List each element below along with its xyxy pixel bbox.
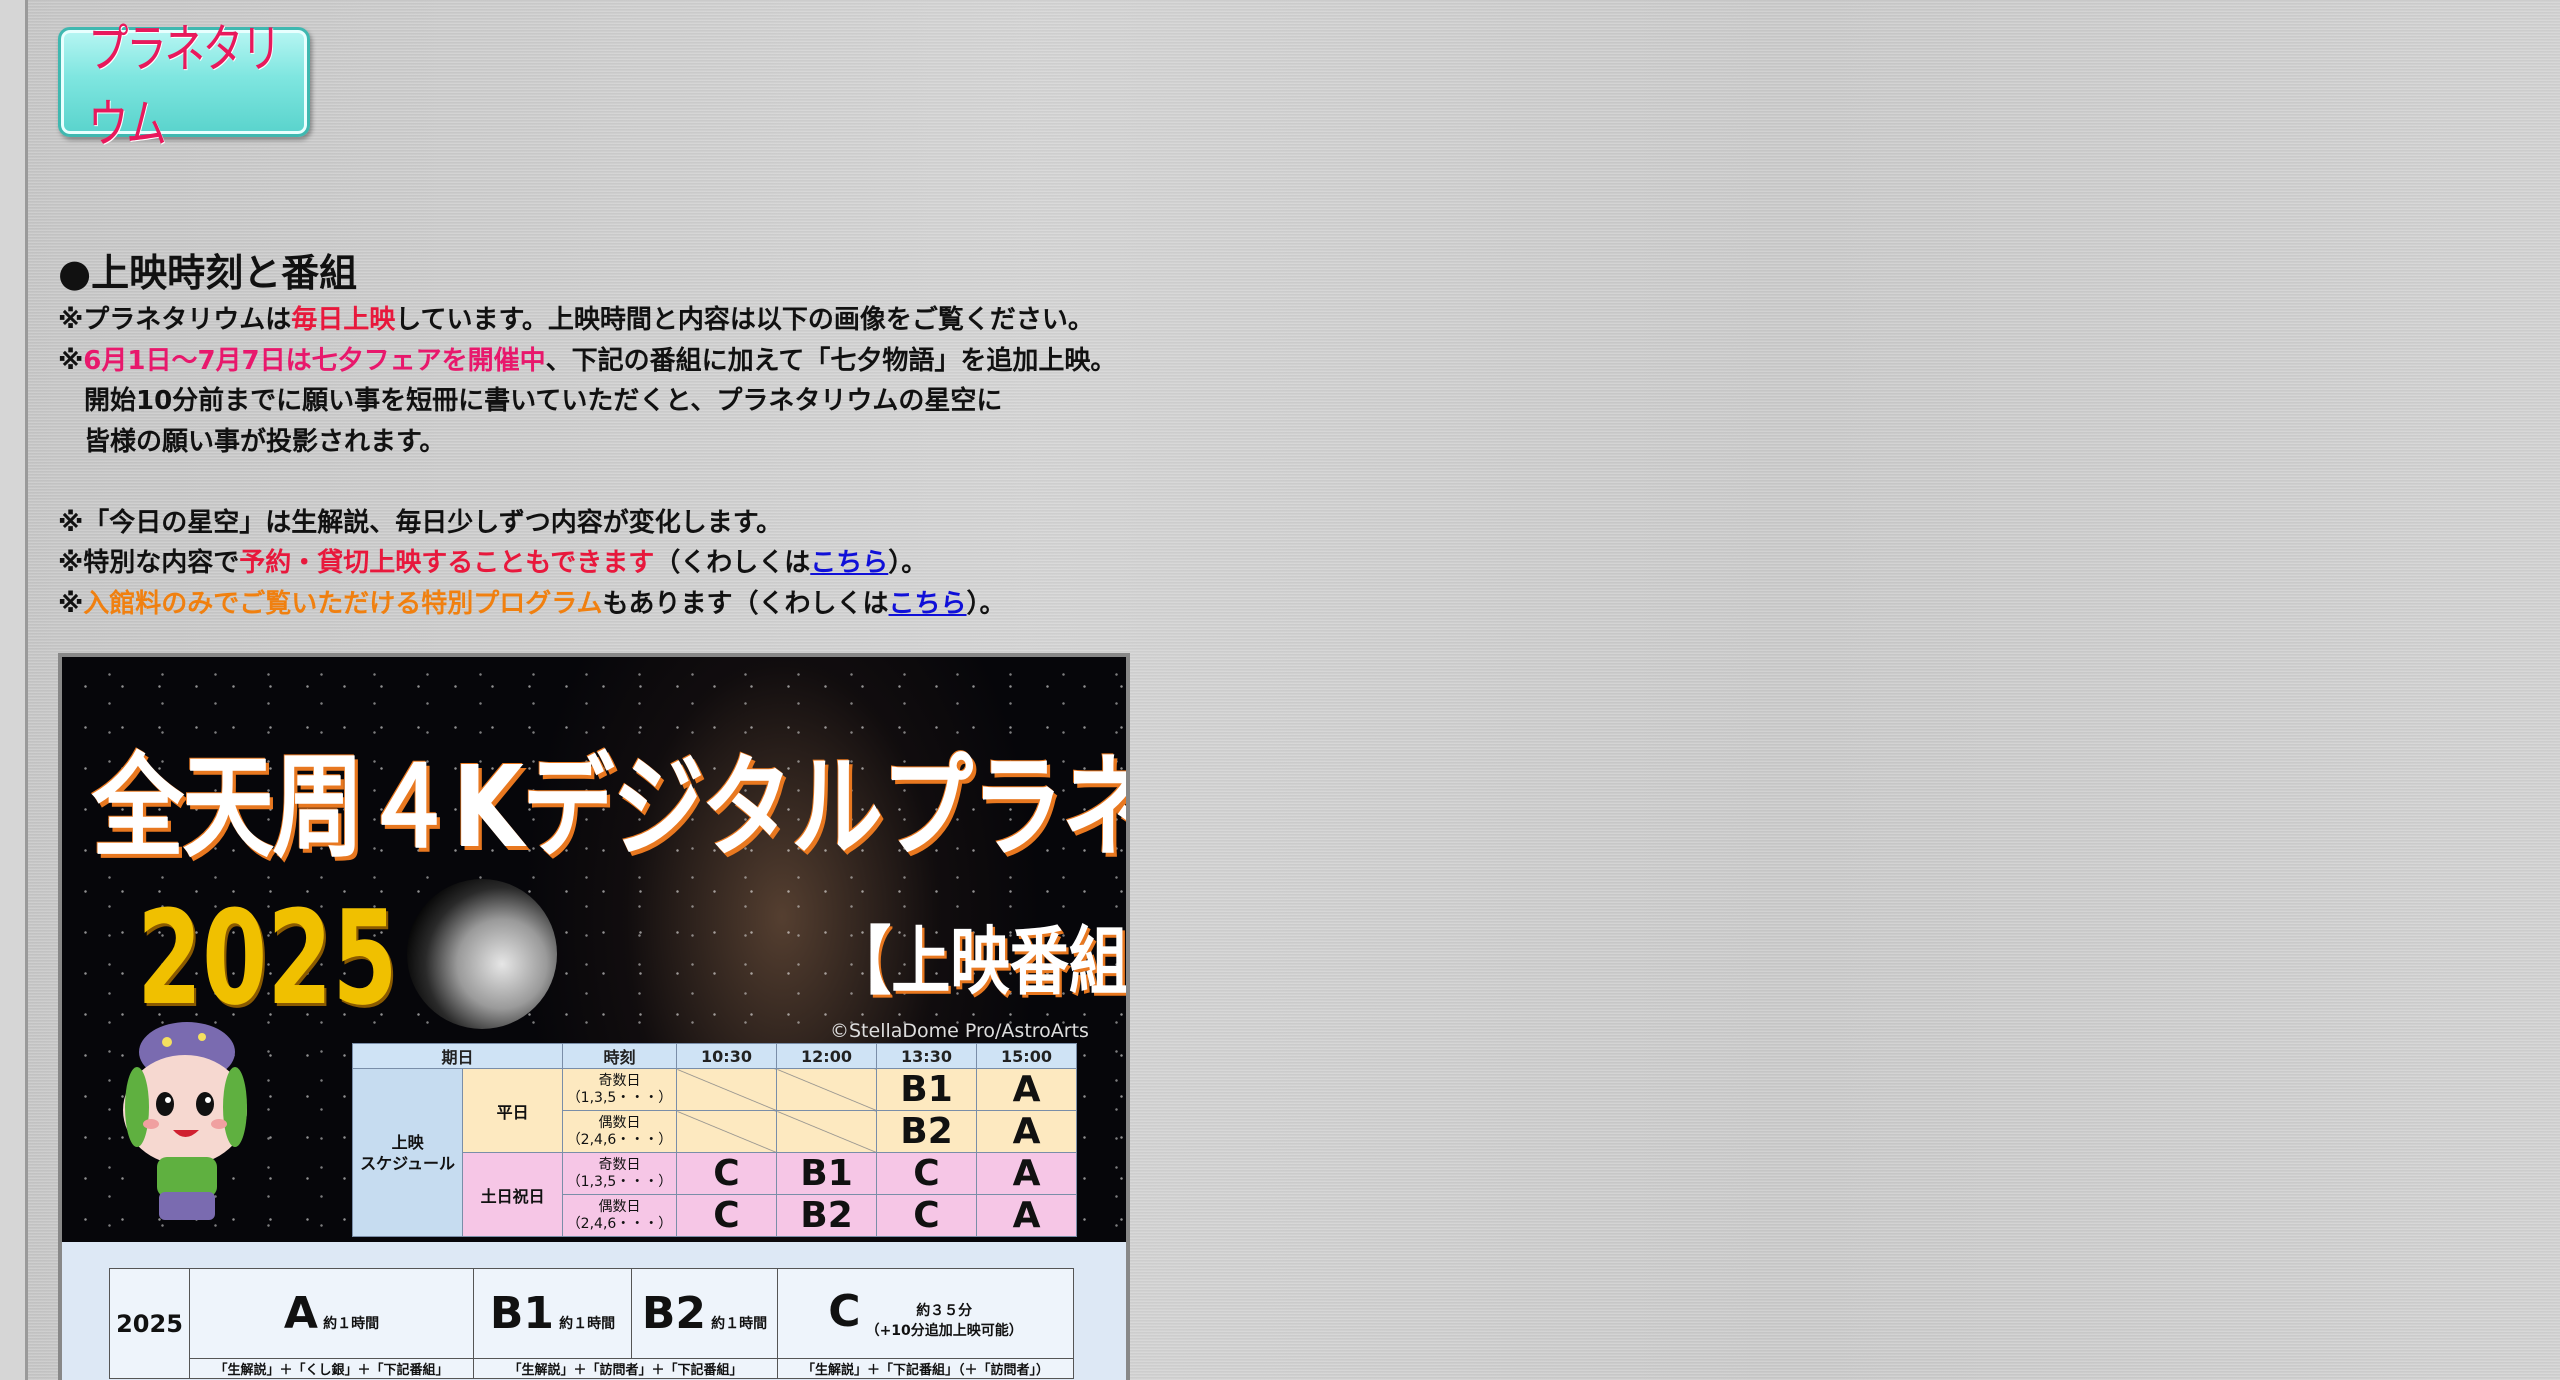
schedule-slot: C xyxy=(876,1152,977,1195)
schedule-header-day: 期日 xyxy=(352,1043,563,1069)
program-poster-image: 全天周４Kデジタルプラネタリウム 2025 【上映番組】 ©StellaDome… xyxy=(58,653,1130,1380)
logo-text: プラネタリウム xyxy=(88,20,281,155)
notice-line-special-program: ※入館料のみでご覧いただける特別プログラムもあります（くわしくはこちら）。 xyxy=(58,588,1006,619)
schedule-time-1330: 13:30 xyxy=(876,1043,977,1069)
schedule-slot: A xyxy=(976,1152,1077,1195)
schedule-holiday-even: 偶数日 （2,4,6・・・） xyxy=(562,1194,677,1237)
special-program-highlight: 入館料のみでご覧いただける特別プログラム xyxy=(83,588,603,619)
schedule-slot: B2 xyxy=(776,1194,877,1237)
section-title: ●上映時刻と番組 xyxy=(58,251,358,295)
schedule-slot: B2 xyxy=(876,1110,977,1153)
schedule-slot: A xyxy=(976,1068,1077,1111)
schedule-slot xyxy=(776,1068,877,1111)
program-b2: B2 約１時間 xyxy=(631,1268,778,1359)
program-list-panel: 2025 A 約１時間 B1 約１時間 B2 約１時間 C 約３５分 （+10分… xyxy=(62,1242,1126,1380)
mascot-character-icon xyxy=(123,1022,247,1220)
moon-graphic xyxy=(407,879,557,1029)
notice-line-reservation: ※特別な内容で予約・貸切上映することもできます（くわしくはこちら）。 xyxy=(58,548,928,578)
schedule-row-label: 上映 スケジュール xyxy=(351,1068,464,1237)
tanabata-highlight: 6月1日〜7月7日は七夕フェアを開催中 xyxy=(83,345,546,376)
special-program-details-link[interactable]: こちら xyxy=(889,589,967,619)
schedule-slot: B1 xyxy=(876,1068,977,1111)
schedule-slot xyxy=(776,1110,877,1153)
schedule-weekday-even: 偶数日 （2,4,6・・・） xyxy=(562,1110,677,1153)
notice-line-daily: ※プラネタリウムは毎日上映しています。上映時間と内容は以下の画像をご覧ください。 xyxy=(58,305,1094,335)
schedule-holiday-label: 土日祝日 xyxy=(462,1152,563,1237)
schedule-time-1030: 10:30 xyxy=(676,1043,777,1069)
notice-line-wish: 開始10分前までに願い事を短冊に書いていただくと、プラネタリウムの星空に xyxy=(84,386,1003,416)
notice-line-tanabata: ※6月1日〜7月7日は七夕フェアを開催中、下記の番組に加えて「七夕物語」を追加上… xyxy=(58,345,1117,376)
program-year: 2025 xyxy=(109,1268,190,1379)
schedule-time-1500: 15:00 xyxy=(976,1043,1077,1069)
poster-starry-sky: 全天周４Kデジタルプラネタリウム 2025 【上映番組】 ©StellaDome… xyxy=(62,657,1126,1242)
program-a-desc: 「生解説」＋「くし銀」＋「下記番組」 xyxy=(189,1358,474,1379)
poster-credit: ©StellaDome Pro/AstroArts xyxy=(830,1020,1089,1042)
schedule-slot: C xyxy=(876,1194,977,1237)
schedule-weekday-label: 平日 xyxy=(462,1068,563,1153)
daily-highlight: 毎日上映 xyxy=(291,305,396,335)
schedule-slot xyxy=(676,1110,777,1153)
left-rail xyxy=(0,0,28,1380)
schedule-slot: C xyxy=(676,1152,777,1195)
program-b1: B1 約１時間 xyxy=(473,1268,632,1359)
poster-title: 全天周４Kデジタルプラネタリウム xyxy=(92,743,1130,873)
schedule-time-1200: 12:00 xyxy=(776,1043,877,1069)
program-c: C 約３５分 （+10分追加上映可能） xyxy=(777,1268,1074,1359)
schedule-slot xyxy=(676,1068,777,1111)
program-b-desc: 「生解説」＋「訪問者」＋「下記番組」 xyxy=(473,1358,778,1379)
schedule-holiday-odd: 奇数日 （1,3,5・・・） xyxy=(562,1152,677,1195)
notice-spacer xyxy=(58,462,1116,503)
reservation-details-link[interactable]: こちら xyxy=(810,548,888,578)
program-c-desc: 「生解説」＋「下記番組」（＋「訪問者」） xyxy=(777,1358,1074,1379)
schedule-table: 期日 時刻 10:30 12:00 13:30 15:00 上映 スケジュール … xyxy=(351,1043,1077,1237)
schedule-header-time: 時刻 xyxy=(562,1043,677,1069)
notice-line-today-sky: ※「今日の星空」は生解説、毎日少しずつ内容が変化します。 xyxy=(58,507,783,538)
poster-tag: 【上映番組】 xyxy=(832,919,1128,1005)
schedule-slot: B1 xyxy=(776,1152,877,1195)
schedule-slot: A xyxy=(976,1110,1077,1153)
program-a: A 約１時間 xyxy=(189,1268,474,1359)
schedule-weekday-odd: 奇数日 （1,3,5・・・） xyxy=(562,1068,677,1111)
program-table: 2025 A 約１時間 B1 約１時間 B2 約１時間 C 約３５分 （+10分… xyxy=(109,1268,1074,1379)
notice-line-wish-2: 皆様の願い事が投影されます。 xyxy=(84,426,446,457)
notice-lines: ※プラネタリウムは毎日上映しています。上映時間と内容は以下の画像をご覧ください。… xyxy=(58,300,1116,624)
planetarium-logo-badge: プラネタリウム xyxy=(58,20,310,155)
reservation-highlight: 予約・貸切上映することもできます xyxy=(239,548,655,578)
schedule-slot: C xyxy=(676,1194,777,1237)
schedule-slot: A xyxy=(976,1194,1077,1237)
